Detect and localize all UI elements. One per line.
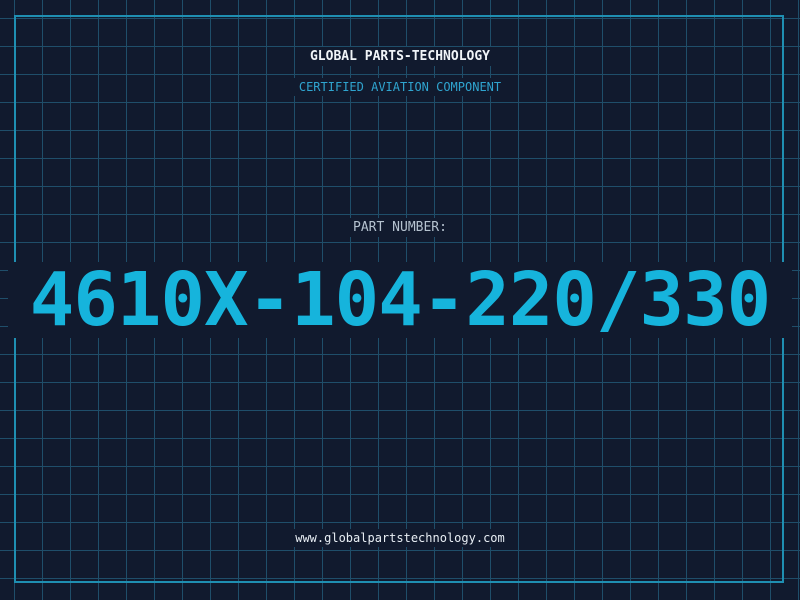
- company-name: GLOBAL PARTS-TECHNOLOGY: [0, 47, 800, 66]
- certification-subtitle-text: CERTIFIED AVIATION COMPONENT: [292, 78, 508, 96]
- website-url-text: www.globalpartstechnology.com: [289, 529, 511, 547]
- company-name-text: GLOBAL PARTS-TECHNOLOGY: [303, 47, 496, 66]
- part-number-label: PART NUMBER:: [0, 218, 800, 237]
- website-url: www.globalpartstechnology.com: [0, 529, 800, 547]
- certification-subtitle: CERTIFIED AVIATION COMPONENT: [0, 78, 800, 96]
- part-number-value: 4610X-104-220/330: [29, 257, 771, 343]
- part-display-canvas: GLOBAL PARTS-TECHNOLOGY CERTIFIED AVIATI…: [0, 0, 800, 600]
- part-number-label-text: PART NUMBER:: [347, 218, 453, 237]
